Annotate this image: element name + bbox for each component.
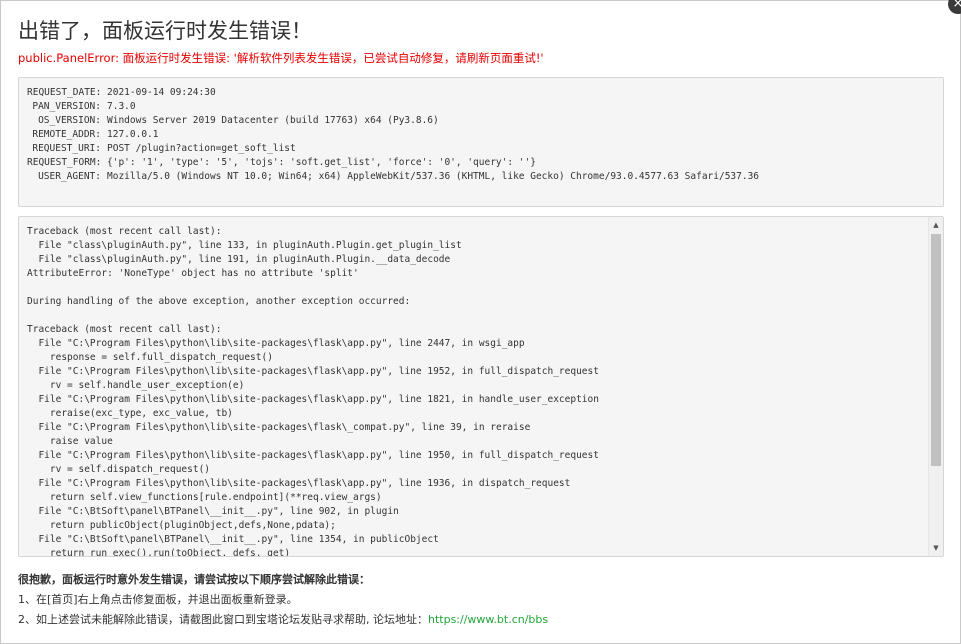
request-info-row: REQUEST_DATE: 2021-09-14 09:24:30	[27, 86, 935, 100]
request-info-key: REQUEST_DATE:	[27, 87, 102, 98]
traceback-line: Traceback (most recent call last):	[27, 324, 222, 335]
traceback-line: File "C:\Program Files\python\lib\site-p…	[27, 366, 599, 377]
traceback-line: File "C:\Program Files\python\lib\site-p…	[27, 394, 599, 405]
traceback-line: return publicObject(pluginObject,defs,No…	[27, 520, 336, 531]
help-title: 很抱歉，面板运行时意外发生错误，请尝试按以下顺序尝试解除此错误：	[18, 573, 370, 586]
request-info-panel: REQUEST_DATE: 2021-09-14 09:24:30 PAN_VER…	[18, 77, 944, 207]
traceback-scrollbar[interactable]: ▲ ▼	[928, 217, 943, 556]
request-info-value: POST /plugin?action=get_soft_list	[107, 143, 296, 154]
request-info-row: OS_VERSION: Windows Server 2019 Datacente…	[27, 114, 935, 128]
traceback-line: File "C:\Program Files\python\lib\site-p…	[27, 450, 599, 461]
request-info-row: REMOTE_ADDR: 127.0.0.1	[27, 128, 935, 142]
request-info-key: PAN_VERSION:	[32, 101, 101, 112]
traceback-text: Traceback (most recent call last): File …	[27, 225, 923, 556]
scroll-up-icon[interactable]: ▲	[929, 218, 943, 232]
traceback-line: File "C:\Program Files\python\lib\site-p…	[27, 422, 531, 433]
request-info-key: REQUEST_URI:	[32, 143, 101, 154]
help-step-2: 2、如上述尝试未能解除此错误，请截图此窗口到宝塔论坛发贴寻求帮助, 论坛地址：h…	[18, 611, 548, 628]
forum-link[interactable]: https://www.bt.cn/bbs	[428, 613, 548, 626]
request-info-row: PAN_VERSION: 7.3.0	[27, 100, 935, 114]
traceback-line: AttributeError: 'NoneType' object has no…	[27, 268, 359, 279]
traceback-line	[27, 281, 923, 295]
traceback-panel[interactable]: Traceback (most recent call last): File …	[18, 216, 944, 557]
request-info-value: 2021-09-14 09:24:30	[107, 87, 216, 98]
traceback-line: File "C:\BtSoft\panel\BTPanel\__init__.p…	[27, 534, 439, 545]
help-step-2-text: 2、如上述尝试未能解除此错误，请截图此窗口到宝塔论坛发贴寻求帮助, 论坛地址：	[18, 613, 428, 626]
traceback-line	[27, 309, 923, 323]
traceback-line: raise value	[27, 436, 113, 447]
traceback-line: File "class\pluginAuth.py", line 133, in…	[27, 240, 462, 251]
request-info-value: 7.3.0	[107, 101, 136, 112]
traceback-line: response = self.full_dispatch_request()	[27, 352, 273, 363]
traceback-line: File "C:\Program Files\python\lib\site-p…	[27, 478, 571, 489]
error-message: public.PanelError: 面板运行时发生错误: '解析软件列表发生错…	[18, 51, 544, 65]
request-info-value: 127.0.0.1	[107, 129, 159, 140]
dialog-title: 出错了，面板运行时发生错误！	[18, 19, 312, 43]
traceback-line: return self.view_functions[rule.endpoint…	[27, 492, 382, 503]
request-info-key: REQUEST_FORM:	[27, 157, 102, 168]
request-info-value: Mozilla/5.0 (Windows NT 10.0; Win64; x64…	[107, 171, 760, 182]
scroll-down-icon[interactable]: ▼	[929, 541, 943, 555]
help-section: 很抱歉，面板运行时意外发生错误，请尝试按以下顺序尝试解除此错误： 1、在[首页]…	[18, 571, 548, 631]
traceback-line: reraise(exc_type, exc_value, tb)	[27, 408, 233, 419]
scroll-thumb[interactable]	[931, 234, 941, 466]
traceback-line: During handling of the above exception, …	[27, 296, 411, 307]
traceback-line: Traceback (most recent call last):	[27, 226, 222, 237]
traceback-line: return run_exec().run(toObject, defs, ge…	[27, 548, 291, 556]
traceback-line: File "class\pluginAuth.py", line 191, in…	[27, 254, 451, 265]
request-info-key: REMOTE_ADDR:	[32, 129, 101, 140]
error-dialog: 出错了，面板运行时发生错误！ public.PanelError: 面板运行时发…	[0, 0, 961, 644]
traceback-line: rv = self.handle_user_exception(e)	[27, 380, 245, 391]
request-info-row: USER_AGENT: Mozilla/5.0 (Windows NT 10.0;…	[27, 170, 935, 184]
request-info-row: REQUEST_FORM: {'p': '1', 'type': '5', 'to…	[27, 156, 935, 170]
help-step-1: 1、在[首页]右上角点击修复面板，并退出面板重新登录。	[18, 593, 298, 606]
request-info-key: USER_AGENT:	[38, 171, 101, 182]
request-info-value: Windows Server 2019 Datacenter (build 17…	[107, 115, 439, 126]
traceback-line: rv = self.dispatch_request()	[27, 464, 211, 475]
traceback-line: File "C:\BtSoft\panel\BTPanel\__init__.p…	[27, 506, 399, 517]
request-info-value: {'p': '1', 'type': '5', 'tojs': 'soft.ge…	[107, 157, 536, 168]
request-info-key: OS_VERSION:	[38, 115, 101, 126]
traceback-line: File "C:\Program Files\python\lib\site-p…	[27, 338, 525, 349]
request-info-row: REQUEST_URI: POST /plugin?action=get_soft…	[27, 142, 935, 156]
